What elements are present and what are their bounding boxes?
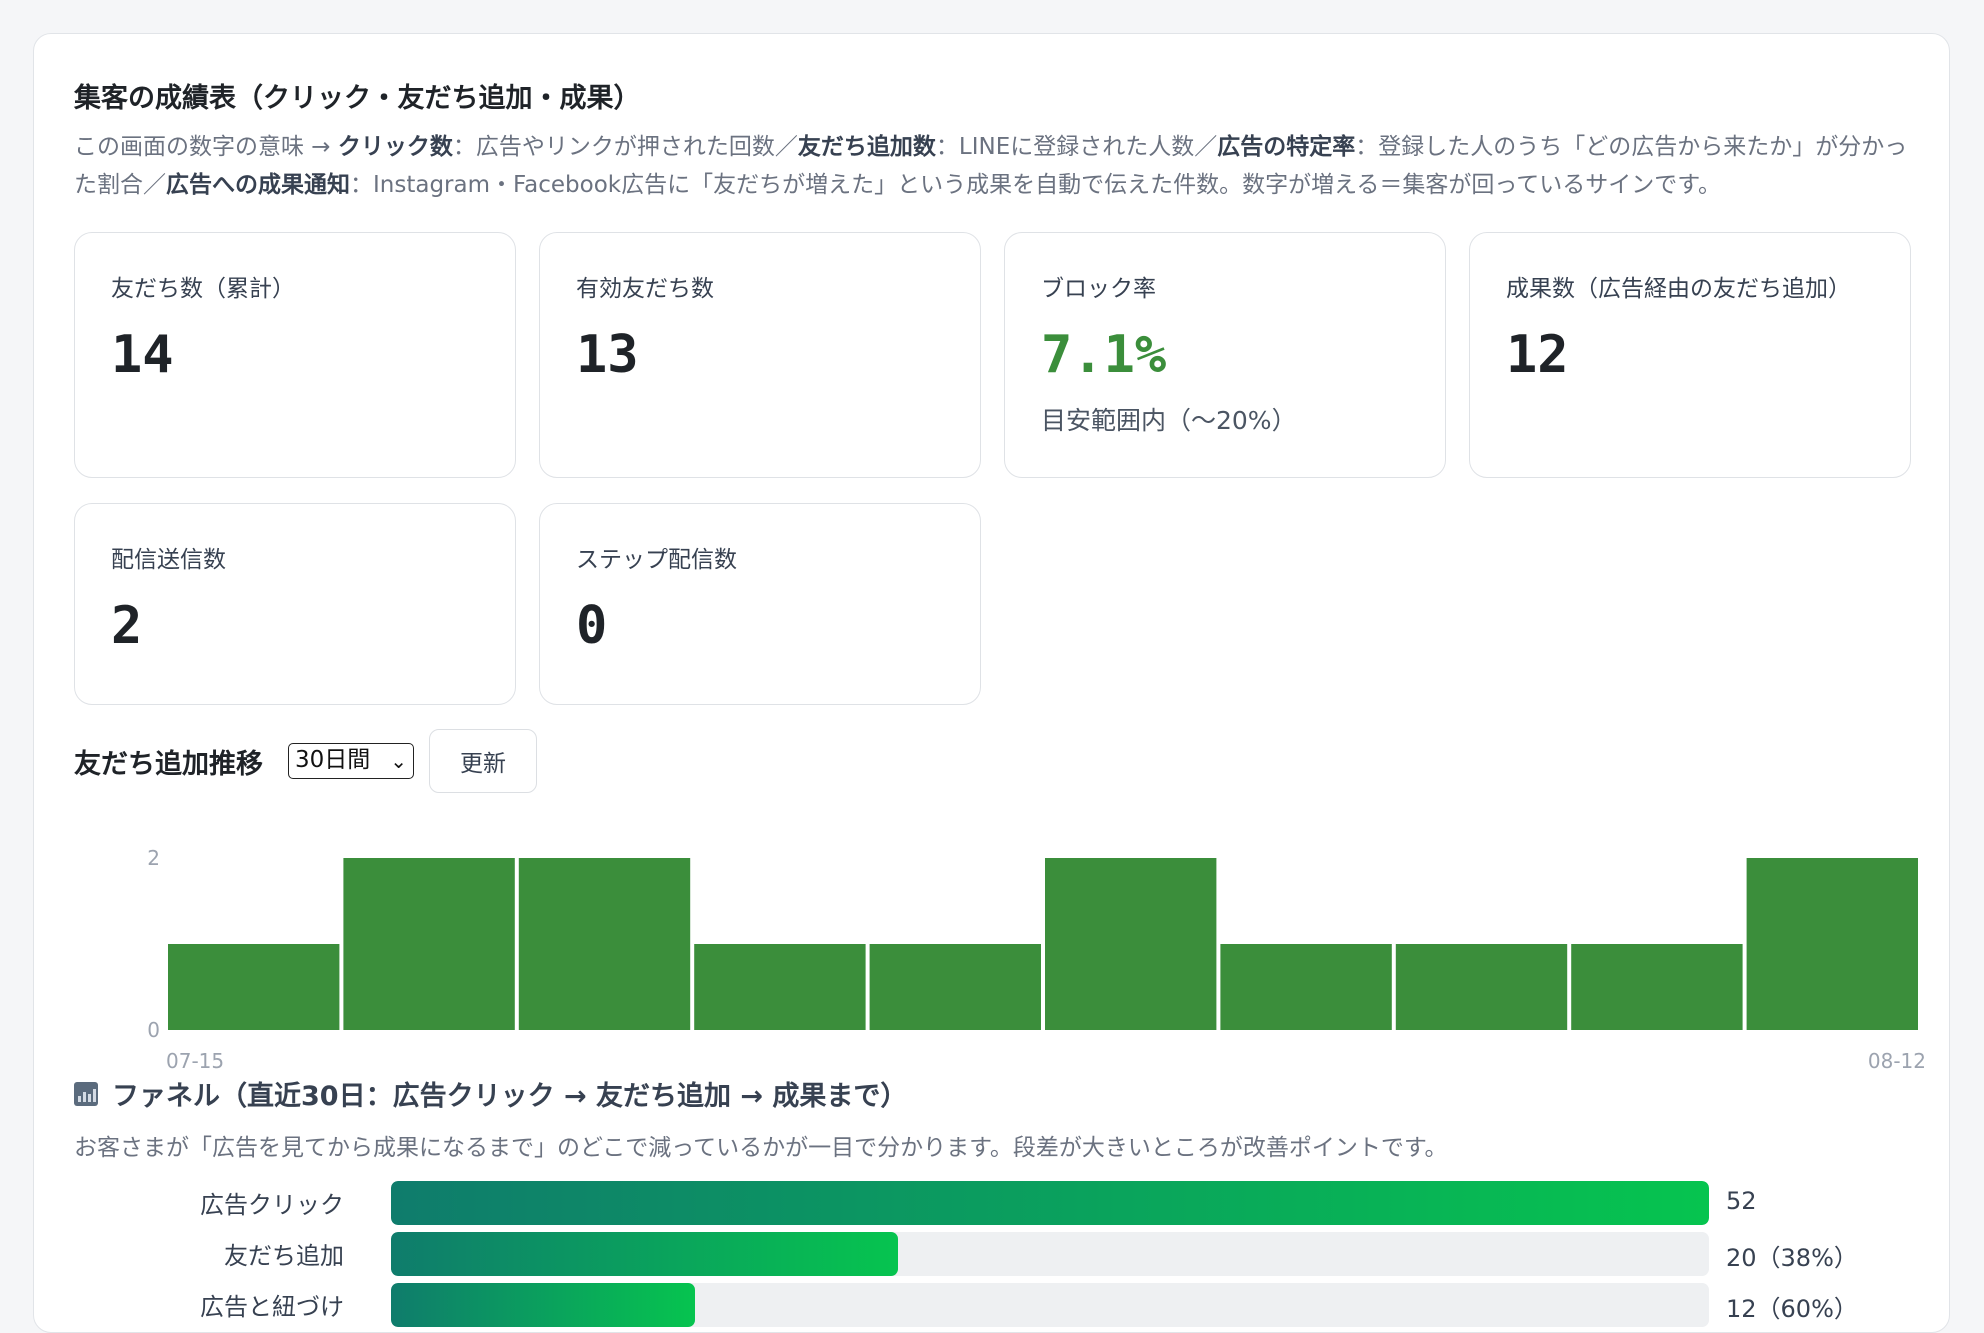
- stat-label: 配信送信数: [111, 547, 226, 573]
- chevron-down-icon: ⌄: [390, 749, 407, 773]
- desc-text-conversion: ：Instagram・Facebook広告に「友だちが増えた」という成果を自動で…: [350, 172, 1721, 198]
- stat-value: 7.1%: [1041, 325, 1167, 385]
- page-title: 集客の成績表（クリック・友だち追加・成果）: [74, 83, 641, 114]
- funnel-row: 広告クリック 52: [34, 1181, 1934, 1225]
- desc-term-friends: 友だち追加数: [797, 134, 936, 160]
- chart-bar: [1746, 858, 1918, 1030]
- funnel-bar-fill: [391, 1232, 898, 1276]
- stat-note: 目安範囲内（〜20%）: [1041, 406, 1297, 435]
- funnel-bar-fill: [391, 1283, 696, 1327]
- chart-y-tick-label: 2: [147, 846, 160, 870]
- desc-term-conversion: 広告への成果通知: [166, 172, 350, 198]
- desc-text-click: ：広告やリンクが押された回数／: [452, 134, 798, 160]
- funnel-label: 広告と紐づけ: [200, 1293, 344, 1321]
- funnel-label: 友だち追加: [224, 1242, 344, 1270]
- desc-intro: この画面の数字の意味 →: [74, 134, 338, 160]
- stat-label: 友だち数（累計）: [111, 276, 295, 302]
- metrics-description: この画面の数字の意味 → クリック数：広告やリンクが押された回数／友だち追加数：…: [74, 128, 1914, 204]
- stat-value: 2: [111, 596, 143, 656]
- range-select[interactable]: 30日間 ⌄: [288, 743, 414, 779]
- desc-term-attribution: 広告の特定率: [1217, 134, 1356, 160]
- chart-bar: [518, 858, 691, 1030]
- funnel-bar-track: [391, 1283, 1709, 1327]
- performance-panel: 集客の成績表（クリック・友だち追加・成果） この画面の数字の意味 → クリック数…: [33, 33, 1950, 1333]
- chart-bar: [1571, 944, 1743, 1030]
- chart-y-tick-label: 0: [147, 1018, 160, 1042]
- funnel-row: 友だち追加 20（38%）: [34, 1232, 1934, 1276]
- funnel-row: 広告と紐づけ 12（60%）: [34, 1283, 1934, 1327]
- funnel-label: 広告クリック: [200, 1191, 344, 1219]
- range-select-value: 30日間: [295, 747, 371, 773]
- bar-chart-icon: [74, 1081, 98, 1106]
- funnel-title-row: ファネル（直近30日：広告クリック → 友だち追加 → 成果まで）: [74, 1074, 907, 1113]
- chart-bar: [1045, 858, 1217, 1030]
- refresh-button[interactable]: 更新: [429, 729, 537, 793]
- desc-term-click: クリック数: [337, 134, 453, 160]
- funnel-bar-track: [391, 1181, 1709, 1225]
- stat-label: ステップ配信数: [576, 547, 737, 573]
- stat-value: 14: [111, 325, 174, 385]
- funnel-title: ファネル（直近30日：広告クリック → 友だち追加 → 成果まで）: [112, 1081, 908, 1112]
- chart-bar: [869, 944, 1041, 1030]
- funnel-value: 52: [1726, 1187, 1757, 1215]
- funnel-description: お客さまが「広告を見てから成果になるまで」のどこで減っているかが一目で分かります…: [74, 1135, 1448, 1161]
- desc-text-friends: ：LINEに登録された人数／: [935, 134, 1218, 160]
- stat-card-broadcasts: 配信送信数 2: [74, 503, 516, 705]
- chart-bar: [1395, 944, 1568, 1030]
- stat-value: 0: [576, 596, 608, 656]
- funnel-value: 12（60%）: [1726, 1295, 1858, 1323]
- chart-bar: [168, 944, 340, 1030]
- stat-label: 有効友だち数: [576, 276, 714, 302]
- stat-card-block-rate: ブロック率 7.1% 目安範囲内（〜20%）: [1004, 232, 1446, 478]
- funnel-value: 20（38%）: [1726, 1244, 1858, 1272]
- stat-card-step-deliveries: ステップ配信数 0: [539, 503, 981, 705]
- funnel-bar-fill: [391, 1181, 1709, 1225]
- trend-title: 友だち追加推移: [74, 749, 263, 780]
- stat-card-conversions: 成果数（広告経由の友だち追加） 12: [1469, 232, 1911, 478]
- chart-bar: [343, 858, 515, 1030]
- chart-bar: [694, 944, 866, 1030]
- funnel-bar-track: [391, 1232, 1709, 1276]
- stat-value: 12: [1506, 325, 1569, 385]
- chart-bar: [1220, 944, 1392, 1030]
- stat-card-active-friends: 有効友だち数 13: [539, 232, 981, 478]
- chart-x-tick-label: 08-12: [1868, 1049, 1926, 1073]
- stat-card-total-friends: 友だち数（累計） 14: [74, 232, 516, 478]
- chart-x-tick-label: 07-15: [166, 1049, 224, 1073]
- stat-value: 13: [576, 325, 639, 385]
- friends-trend-chart: 0 2 07-15 08-12: [147, 846, 1926, 1073]
- stat-label: ブロック率: [1041, 276, 1156, 302]
- stat-label: 成果数（広告経由の友だち追加）: [1506, 276, 1851, 302]
